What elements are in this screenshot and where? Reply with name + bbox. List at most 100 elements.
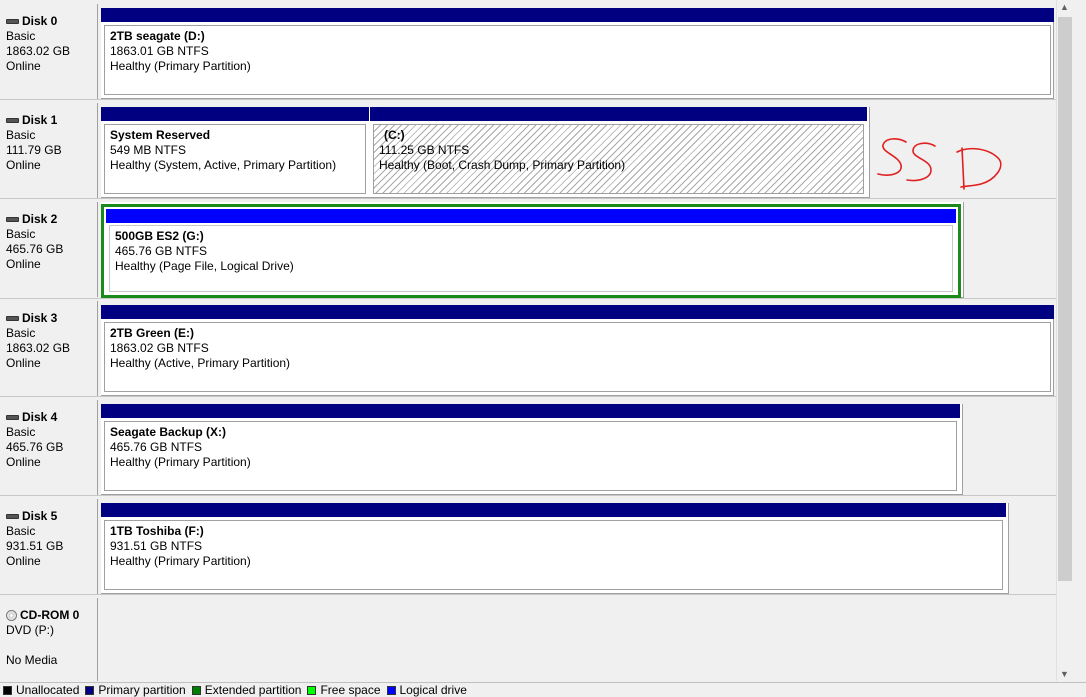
disk-row[interactable]: Disk 5 Basic 931.51 GB Online 1TB Toshib… xyxy=(0,499,1056,594)
partition-name: Seagate Backup (X:) xyxy=(110,425,227,439)
legend-item: Unallocated xyxy=(3,683,79,697)
disk-info[interactable]: Disk 4 Basic 465.76 GB Online xyxy=(0,400,98,495)
partition-bar xyxy=(370,107,867,121)
row-divider xyxy=(0,495,1056,496)
partition-size: 111.25 GB NTFS xyxy=(379,143,470,157)
partition-name: 2TB Green (E:) xyxy=(110,326,195,340)
partition-info[interactable]: 2TB seagate (D:) 1863.01 GB NTFS Healthy… xyxy=(104,25,1051,95)
cd-rom-icon xyxy=(6,610,17,621)
partition-status: Healthy (System, Active, Primary Partiti… xyxy=(110,158,337,172)
disk-type: Basic xyxy=(6,425,36,439)
disk-row[interactable]: Disk 2 Basic 465.76 GB Online 500GB ES2 … xyxy=(0,202,1056,298)
disk-row[interactable]: Disk 3 Basic 1863.02 GB Online 2TB Green… xyxy=(0,301,1056,396)
disk-info[interactable]: Disk 1 Basic 111.79 GB Online xyxy=(0,103,98,198)
disk-status: Online xyxy=(6,158,41,172)
hard-drive-icon xyxy=(6,118,19,123)
disk-name: Disk 5 xyxy=(22,509,58,523)
disk-size: 1863.02 GB xyxy=(6,44,71,58)
hard-drive-icon xyxy=(6,19,19,24)
legend: Unallocated Primary partition Extended p… xyxy=(0,682,1086,697)
disk-status: Online xyxy=(6,59,41,73)
partition-status: Healthy (Page File, Logical Drive) xyxy=(115,259,294,273)
partition-status: Healthy (Primary Partition) xyxy=(110,59,251,73)
disk-type: Basic xyxy=(6,326,36,340)
legend-label: Extended partition xyxy=(204,683,302,697)
partition-bar xyxy=(101,305,1054,319)
scroll-down-icon[interactable]: ▼ xyxy=(1060,669,1069,679)
row-divider xyxy=(0,396,1056,397)
legend-label: Unallocated xyxy=(16,683,80,697)
disk-row[interactable]: Disk 4 Basic 465.76 GB Online Seagate Ba… xyxy=(0,400,1056,495)
partition-info[interactable]: 500GB ES2 (G:) 465.76 GB NTFS Healthy (P… xyxy=(109,225,953,292)
partition-status: Healthy (Primary Partition) xyxy=(110,554,251,568)
vertical-scrollbar[interactable]: ▲ ▼ xyxy=(1056,0,1073,681)
partition-size: 931.51 GB NTFS xyxy=(110,539,203,553)
partition-bar xyxy=(101,8,1054,22)
disk-name: Disk 0 xyxy=(22,14,58,28)
disk-info[interactable]: Disk 2 Basic 465.76 GB Online xyxy=(0,202,98,297)
legend-swatch xyxy=(191,685,201,695)
disk-row-cdrom[interactable]: CD-ROM 0 DVD (P:) No Media xyxy=(0,598,1056,681)
disk-size: 111.79 GB xyxy=(6,143,62,157)
disk-type: Basic xyxy=(6,128,36,142)
partition-size: 1863.01 GB NTFS xyxy=(110,44,209,58)
legend-swatch xyxy=(85,685,95,695)
partition-bar xyxy=(101,503,1006,517)
disk-info[interactable]: Disk 3 Basic 1863.02 GB Online xyxy=(0,301,98,396)
hard-drive-icon xyxy=(6,217,19,222)
disk-row[interactable]: Disk 0 Basic 1863.02 GB Online 2TB seaga… xyxy=(0,4,1056,99)
partition[interactable]: 2TB seagate (D:) 1863.01 GB NTFS Healthy… xyxy=(101,8,1054,98)
disk-name: Disk 4 xyxy=(22,410,58,424)
disk-info[interactable]: Disk 0 Basic 1863.02 GB Online xyxy=(0,4,98,99)
partition-selected[interactable]: 500GB ES2 (G:) 465.76 GB NTFS Healthy (P… xyxy=(101,204,961,298)
partition-area: Seagate Backup (X:) 465.76 GB NTFS Healt… xyxy=(101,404,963,495)
partition-info[interactable]: (C:) 111.25 GB NTFS Healthy (Boot, Crash… xyxy=(373,124,864,194)
hard-drive-icon xyxy=(6,415,19,420)
row-divider xyxy=(0,298,1056,299)
legend-label: Free space xyxy=(320,683,381,697)
disk-type: DVD (P:) xyxy=(6,623,54,637)
partition[interactable]: Seagate Backup (X:) 465.76 GB NTFS Healt… xyxy=(101,404,960,494)
partition-info[interactable]: System Reserved 549 MB NTFS Healthy (Sys… xyxy=(104,124,366,194)
partition[interactable]: System Reserved 549 MB NTFS Healthy (Sys… xyxy=(101,107,369,197)
hard-drive-icon xyxy=(6,514,19,519)
row-divider xyxy=(0,594,1056,595)
disk-status: No Media xyxy=(6,653,58,667)
legend-item: Free space xyxy=(307,683,381,697)
partition-area: 2TB seagate (D:) 1863.01 GB NTFS Healthy… xyxy=(101,8,1054,99)
partition-bar xyxy=(101,404,960,418)
partition-size: 1863.02 GB NTFS xyxy=(110,341,209,355)
partition[interactable]: 2TB Green (E:) 1863.02 GB NTFS Healthy (… xyxy=(101,305,1054,395)
partition-info[interactable]: Seagate Backup (X:) 465.76 GB NTFS Healt… xyxy=(104,421,957,491)
disk-type: Basic xyxy=(6,227,36,241)
partition-selected-c[interactable]: (C:) 111.25 GB NTFS Healthy (Boot, Crash… xyxy=(370,107,867,197)
legend-item: Primary partition xyxy=(85,683,186,697)
partition-name: System Reserved xyxy=(110,128,211,142)
legend-item: Logical drive xyxy=(386,683,467,697)
partition-name: 500GB ES2 (G:) xyxy=(115,229,204,243)
scroll-up-icon[interactable]: ▲ xyxy=(1060,2,1069,12)
partition-status: Healthy (Active, Primary Partition) xyxy=(110,356,291,370)
partition[interactable]: 1TB Toshiba (F:) 931.51 GB NTFS Healthy … xyxy=(101,503,1006,593)
partition-size: 465.76 GB NTFS xyxy=(115,244,208,258)
partition-name: 1TB Toshiba (F:) xyxy=(110,524,204,538)
disk-info[interactable]: CD-ROM 0 DVD (P:) No Media xyxy=(0,598,98,681)
disk-info[interactable]: Disk 5 Basic 931.51 GB Online xyxy=(0,499,98,594)
partition-area: 1TB Toshiba (F:) 931.51 GB NTFS Healthy … xyxy=(101,503,1009,594)
disk-size: 465.76 GB xyxy=(6,242,64,256)
disk-size: 931.51 GB xyxy=(6,539,64,553)
scrollbar-thumb[interactable] xyxy=(1058,17,1072,581)
partition-status: Healthy (Primary Partition) xyxy=(110,455,251,469)
disk-type: Basic xyxy=(6,524,36,538)
partition-area: 500GB ES2 (G:) 465.76 GB NTFS Healthy (P… xyxy=(101,202,964,298)
legend-swatch xyxy=(3,685,12,695)
legend-item: Extended partition xyxy=(191,683,302,697)
legend-label: Logical drive xyxy=(399,683,467,697)
disk-name: Disk 2 xyxy=(22,212,58,226)
partition-info[interactable]: 1TB Toshiba (F:) 931.51 GB NTFS Healthy … xyxy=(104,520,1003,590)
disk-status: Online xyxy=(6,455,41,469)
hard-drive-icon xyxy=(6,316,19,321)
disk-status: Online xyxy=(6,257,41,271)
legend-label: Primary partition xyxy=(98,683,186,697)
partition-info[interactable]: 2TB Green (E:) 1863.02 GB NTFS Healthy (… xyxy=(104,322,1051,392)
